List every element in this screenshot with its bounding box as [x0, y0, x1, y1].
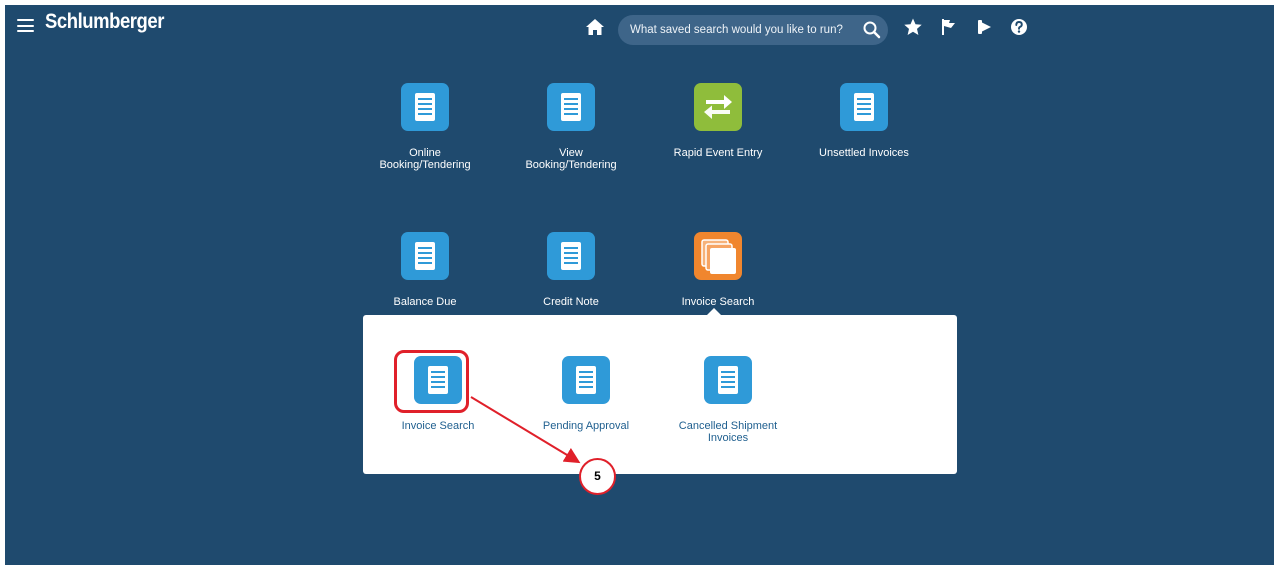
hamburger-menu-icon[interactable]	[17, 19, 34, 32]
tile-label: View Booking/Tendering	[525, 147, 617, 171]
flag-icon[interactable]	[939, 17, 959, 37]
document-icon	[704, 356, 752, 404]
tile-label: Balance Due	[393, 296, 457, 308]
tile-rapid-event-entry[interactable]: Rapid Event Entry	[648, 83, 788, 159]
submenu-item-cancelled-shipment-invoices[interactable]: Cancelled Shipment Invoices	[663, 356, 793, 444]
tile-label: Rapid Event Entry	[673, 147, 763, 159]
home-icon[interactable]	[585, 18, 605, 36]
annotation-highlight-box	[394, 350, 469, 413]
tile-label: Invoice Search	[681, 296, 755, 308]
tile-credit-note[interactable]: Credit Note	[501, 232, 641, 308]
tile-balance-due[interactable]: Balance Due	[355, 232, 495, 308]
help-icon[interactable]	[1009, 17, 1029, 37]
tile-online-booking-tendering[interactable]: Online Booking/Tendering	[355, 83, 495, 171]
tile-unsettled-invoices[interactable]: Unsettled Invoices	[794, 83, 934, 159]
document-icon	[547, 232, 595, 280]
document-icon	[401, 83, 449, 131]
tile-label: Credit Note	[543, 296, 599, 308]
search-icon[interactable]	[862, 20, 882, 40]
app-window: Schlumberger Online Book	[5, 5, 1274, 565]
logo: Schlumberger	[45, 10, 164, 33]
stack-icon	[694, 232, 742, 280]
submenu-item-label: Invoice Search	[401, 420, 475, 432]
tile-view-booking-tendering[interactable]: View Booking/Tendering	[501, 83, 641, 171]
transfer-icon	[694, 83, 742, 131]
document-icon	[562, 356, 610, 404]
tile-label: Unsettled Invoices	[819, 147, 909, 159]
submenu-item-label: Cancelled Shipment Invoices	[678, 420, 778, 444]
document-icon	[840, 83, 888, 131]
document-icon	[401, 232, 449, 280]
submenu-item-label: Pending Approval	[542, 420, 630, 432]
star-icon[interactable]	[903, 17, 923, 37]
document-icon	[547, 83, 595, 131]
tile-invoice-search[interactable]: Invoice Search	[648, 232, 788, 308]
submenu-item-pending-approval[interactable]: Pending Approval	[521, 356, 651, 432]
saved-search-input[interactable]	[630, 15, 855, 45]
saved-search-bar	[618, 15, 888, 45]
bell-icon[interactable]	[975, 17, 995, 37]
submenu-pointer	[706, 308, 722, 316]
tile-label: Online Booking/Tendering	[379, 147, 471, 171]
annotation-step-number: 5	[579, 458, 616, 495]
